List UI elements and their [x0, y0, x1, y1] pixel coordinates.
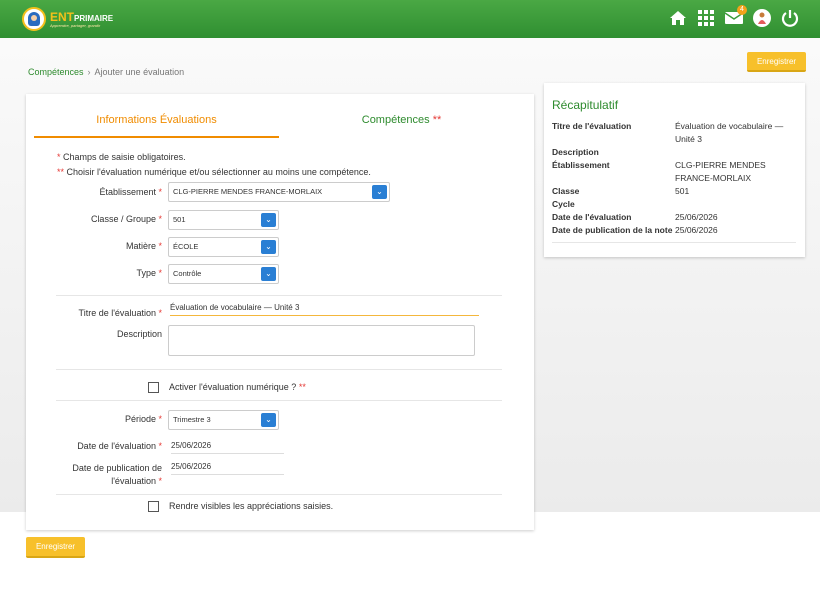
recap-value: 25/06/2026	[675, 212, 718, 222]
etablissement-label: Établissement *	[42, 187, 162, 197]
recap-value: 501	[675, 186, 690, 196]
periode-label: Période *	[42, 414, 162, 424]
matiere-label: Matière *	[42, 241, 162, 251]
required-marker: *	[158, 268, 162, 278]
power-icon[interactable]	[780, 8, 800, 28]
required-marker: *	[158, 214, 162, 224]
description-textarea[interactable]	[168, 325, 475, 356]
visibles-label: Rendre visibles les appréciations saisie…	[169, 501, 334, 511]
save-button-top[interactable]: Enregistrer	[747, 52, 806, 72]
breadcrumb-current: Ajouter une évaluation	[94, 67, 185, 77]
tab-label: Informations Évaluations	[96, 114, 217, 126]
label-text: Date de l'évaluation	[77, 441, 156, 451]
choose-evaluation-note: ** Choisir l'évaluation numérique et/ou …	[57, 167, 371, 177]
etablissement-select[interactable]: CLG-PIERRE MENDES FRANCE-MORLAIX ⌄	[168, 182, 390, 202]
chevron-down-icon[interactable]: ⌄	[372, 185, 387, 199]
date-publication-input[interactable]: 25/06/2026	[171, 462, 284, 475]
recap-key: Établissement	[552, 160, 610, 170]
type-label: Type *	[42, 268, 162, 278]
select-value: ÉCOLE	[173, 242, 199, 251]
select-value: Contrôle	[173, 269, 202, 278]
classe-select[interactable]: 501 ⌄	[168, 210, 279, 230]
logo-brand-suffix: PRIMAIRE	[74, 13, 114, 23]
required-marker: **	[298, 382, 306, 392]
required-marker: *	[158, 308, 162, 318]
chevron-down-icon[interactable]: ⌄	[261, 240, 276, 254]
type-select[interactable]: Contrôle ⌄	[168, 264, 279, 284]
divider	[552, 242, 796, 243]
classe-label: Classe / Groupe *	[42, 214, 162, 224]
ent-primaire-logo[interactable]: ENTPRIMAIRE Apprendre, partager, grandir	[22, 7, 113, 31]
description-label: Description	[116, 329, 162, 339]
date-evaluation-input[interactable]: 25/06/2026	[171, 441, 284, 454]
select-value: Trimestre 3	[173, 415, 211, 424]
required-marker: *	[158, 414, 162, 424]
select-value: CLG-PIERRE MENDES FRANCE-MORLAIX	[173, 187, 323, 196]
mail-badge: 4	[737, 5, 747, 15]
label-text: Type	[136, 268, 156, 278]
recap-key: Description	[552, 147, 599, 157]
recap-key: Date de l'évaluation	[552, 212, 632, 222]
chevron-down-icon[interactable]: ⌄	[261, 213, 276, 227]
required-marker: *	[158, 441, 162, 451]
numerique-label: Activer l'évaluation numérique ? **	[169, 382, 306, 392]
recap-value: CLG-PIERRE MENDES FRANCE-MORLAIX	[675, 160, 766, 183]
label-text: Date de publication de	[72, 463, 162, 473]
numerique-checkbox[interactable]	[148, 382, 159, 393]
tab-competences[interactable]: Compétences **	[279, 106, 524, 138]
required-marker: *	[57, 152, 61, 162]
date-publication-label: Date de publication de l'évaluation *	[42, 462, 162, 488]
logo-brand: ENT	[50, 9, 74, 24]
titre-input[interactable]: Évaluation de vocabulaire — Unité 3	[170, 303, 479, 316]
date-evaluation-label: Date de l'évaluation *	[42, 441, 162, 451]
recap-title: Récapitulatif	[552, 98, 619, 112]
label-text: l'évaluation	[111, 476, 156, 486]
divider	[56, 295, 502, 296]
required-marker: *	[158, 476, 162, 486]
recap-value: Évaluation de vocabulaire — Unité 3	[675, 121, 784, 144]
recap-key: Titre de l'évaluation	[552, 121, 632, 131]
required-fields-note: * Champs de saisie obligatoires.	[57, 152, 186, 162]
select-value: 501	[173, 215, 186, 224]
mail-icon[interactable]: 4	[724, 5, 747, 28]
tab-label: Compétences	[361, 114, 430, 126]
visibles-checkbox[interactable]	[148, 501, 159, 512]
divider	[56, 369, 502, 370]
periode-select[interactable]: Trimestre 3 ⌄	[168, 410, 279, 430]
label-text: Titre de l'évaluation	[78, 308, 156, 318]
recap-key: Cycle	[552, 199, 575, 209]
divider	[56, 400, 502, 401]
logo-tagline: Apprendre, partager, grandir	[50, 22, 101, 28]
label-text: Établissement	[99, 187, 156, 197]
titre-label: Titre de l'évaluation *	[42, 308, 162, 318]
recap-key: Date de publication de la note	[552, 225, 673, 235]
note-text: Choisir l'évaluation numérique et/ou sél…	[66, 167, 371, 177]
user-avatar-icon[interactable]	[752, 8, 772, 28]
matiere-select[interactable]: ÉCOLE ⌄	[168, 237, 279, 257]
chevron-down-icon[interactable]: ⌄	[261, 413, 276, 427]
divider	[56, 494, 502, 495]
recap-key: Classe	[552, 186, 580, 196]
breadcrumb-separator: ›	[87, 67, 91, 77]
label-text: Matière	[125, 241, 156, 251]
note-text: Champs de saisie obligatoires.	[63, 152, 186, 162]
required-marker: **	[432, 114, 442, 126]
logo-mascot-icon	[22, 7, 46, 31]
label-text: Période	[124, 414, 156, 424]
breadcrumb: Compétences › Ajouter une évaluation	[28, 67, 184, 77]
apps-grid-icon[interactable]	[696, 8, 716, 28]
recap-value: 25/06/2026	[675, 225, 718, 235]
label-text: Classe / Groupe	[90, 214, 156, 224]
save-button-bottom[interactable]: Enregistrer	[26, 537, 85, 558]
chevron-down-icon[interactable]: ⌄	[261, 267, 276, 281]
form-tabs: Informations Évaluations Compétences **	[34, 106, 524, 138]
top-navbar: ENTPRIMAIRE Apprendre, partager, grandir…	[0, 0, 820, 38]
home-icon[interactable]	[668, 8, 688, 28]
tab-informations-evaluations[interactable]: Informations Évaluations	[34, 106, 279, 138]
required-marker: **	[57, 167, 65, 177]
required-marker: *	[158, 241, 162, 251]
label-text: Activer l'évaluation numérique ?	[169, 382, 297, 392]
required-marker: *	[158, 187, 162, 197]
breadcrumb-competences-link[interactable]: Compétences	[28, 67, 84, 77]
